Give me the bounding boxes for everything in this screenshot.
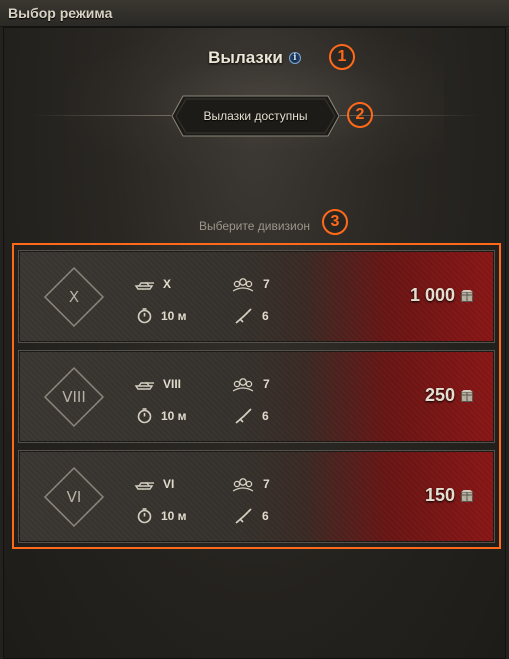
mode-title: Вылазки [208,48,283,67]
players-stat: 7 [231,476,270,492]
duration-value: 10 м [161,408,187,423]
crate-icon [461,289,473,302]
annotation-badge-2: 2 [347,102,373,128]
window-titlebar[interactable]: Выбор режима [0,0,509,27]
players-icon [232,378,254,392]
reward: 250 [425,385,474,406]
players-value: 7 [263,477,270,491]
mode-title-row: Вылазки i [0,48,509,68]
vehicle-tier-stat: VIII [133,377,181,391]
crate-icon [461,489,473,502]
status-plate: Вылазки доступны [171,95,340,137]
division-card-viii[interactable]: VIII VIII 10 м 7 6 250 [18,350,495,443]
mode-selection-window: Выбор режима Вылазки i 1 Вылазки доступн… [0,0,509,659]
players-stat: 7 [231,276,270,292]
tier-diamond: VI [43,466,105,528]
annotation-badge-3: 3 [322,209,348,235]
weapon-icon [235,408,252,424]
tier-label: VI [66,488,82,506]
players-value: 7 [263,277,270,291]
vehicle-tier-value: X [163,277,172,291]
info-icon[interactable]: i [288,52,301,64]
weapons-stat: 6 [234,307,269,325]
duration-value: 10 м [161,508,187,523]
weapons-value: 6 [262,509,269,523]
reward-value: 250 [424,385,455,405]
reward-value: 150 [424,485,455,505]
vehicle-tier-value: VIII [163,377,182,391]
vehicle-tier-stat: X [133,277,171,291]
weapons-value: 6 [262,309,269,323]
duration-value: 10 м [161,308,187,323]
weapons-stat: 6 [234,507,269,525]
weapon-icon [235,308,252,324]
vehicle-tier-value: VI [163,477,175,491]
annotation-badge-1: 1 [329,44,355,70]
timer-icon [137,308,152,324]
players-stat: 7 [231,376,270,392]
timer-icon [137,408,152,424]
duration-stat: 10 м [136,307,187,324]
tank-icon [134,282,154,290]
status-divider-left [30,115,171,116]
status-label: Вылазки доступны [203,109,308,123]
timer-icon [137,508,152,524]
tier-label: VIII [62,388,86,406]
tier-label: X [68,288,80,306]
reward-value: 1 000 [409,285,455,305]
division-card-x[interactable]: X X 10 м 7 6 1 000 [18,250,495,343]
vehicle-tier-stat: VI [133,477,174,491]
tank-icon [134,482,154,490]
players-icon [232,478,254,492]
reward: 150 [425,485,474,506]
players-value: 7 [263,377,270,391]
tank-icon [134,382,154,390]
tier-diamond: VIII [43,366,105,428]
choose-division-label: Выберите дивизион [198,219,311,233]
crate-icon [461,389,473,402]
weapons-stat: 6 [234,407,269,425]
players-icon [232,278,254,292]
reward: 1 000 [410,285,474,306]
weapon-icon [235,508,252,524]
tier-diamond: X [43,266,105,328]
duration-stat: 10 м [136,407,187,424]
division-card-vi[interactable]: VI VI 10 м 7 6 150 [18,450,495,543]
window-title: Выбор режима [8,5,113,21]
weapons-value: 6 [262,409,269,423]
duration-stat: 10 м [136,507,187,524]
